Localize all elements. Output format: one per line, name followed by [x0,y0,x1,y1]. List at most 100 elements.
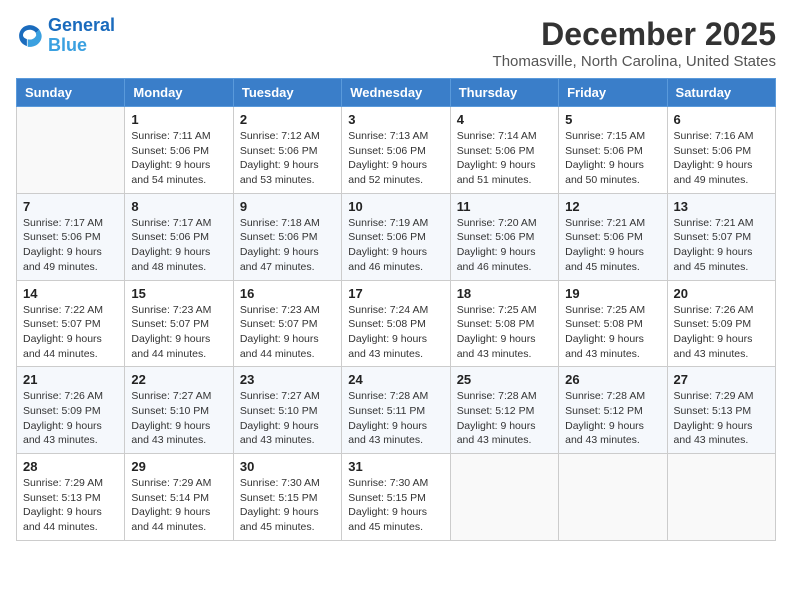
calendar-cell: 16 Sunrise: 7:23 AM Sunset: 5:07 PM Dayli… [233,280,341,367]
day-number: 6 [674,112,769,127]
calendar-cell: 22 Sunrise: 7:27 AM Sunset: 5:10 PM Dayli… [125,367,233,454]
day-number: 28 [23,459,118,474]
day-number: 22 [131,372,226,387]
day-info: Sunrise: 7:29 AM Sunset: 5:13 PM Dayligh… [23,476,118,535]
day-number: 8 [131,199,226,214]
calendar-cell: 29 Sunrise: 7:29 AM Sunset: 5:14 PM Dayli… [125,454,233,541]
day-info: Sunrise: 7:24 AM Sunset: 5:08 PM Dayligh… [348,303,443,362]
day-info: Sunrise: 7:30 AM Sunset: 5:15 PM Dayligh… [348,476,443,535]
calendar-cell: 8 Sunrise: 7:17 AM Sunset: 5:06 PM Daylig… [125,193,233,280]
day-number: 18 [457,286,552,301]
weekday-header-sunday: Sunday [17,79,125,107]
calendar-cell: 25 Sunrise: 7:28 AM Sunset: 5:12 PM Dayli… [450,367,558,454]
weekday-header-thursday: Thursday [450,79,558,107]
calendar-cell: 19 Sunrise: 7:25 AM Sunset: 5:08 PM Dayli… [559,280,667,367]
calendar-cell: 28 Sunrise: 7:29 AM Sunset: 5:13 PM Dayli… [17,454,125,541]
calendar-cell: 13 Sunrise: 7:21 AM Sunset: 5:07 PM Dayli… [667,193,775,280]
week-row-5: 28 Sunrise: 7:29 AM Sunset: 5:13 PM Dayli… [17,454,776,541]
weekday-header-row: SundayMondayTuesdayWednesdayThursdayFrid… [17,79,776,107]
calendar-cell: 6 Sunrise: 7:16 AM Sunset: 5:06 PM Daylig… [667,107,775,194]
page-header: General Blue December 2025 Thomasville, … [16,16,776,70]
logo-line1: General [48,15,115,35]
day-info: Sunrise: 7:18 AM Sunset: 5:06 PM Dayligh… [240,216,335,275]
weekday-header-monday: Monday [125,79,233,107]
day-number: 2 [240,112,335,127]
day-number: 31 [348,459,443,474]
day-number: 29 [131,459,226,474]
day-info: Sunrise: 7:13 AM Sunset: 5:06 PM Dayligh… [348,129,443,188]
day-number: 27 [674,372,769,387]
calendar-cell: 12 Sunrise: 7:21 AM Sunset: 5:06 PM Dayli… [559,193,667,280]
calendar-cell: 26Sunrise: 7:28 AM Sunset: 5:12 PM Dayli… [559,367,667,454]
weekday-header-tuesday: Tuesday [233,79,341,107]
calendar-cell: 5Sunrise: 7:15 AM Sunset: 5:06 PM Daylig… [559,107,667,194]
weekday-header-friday: Friday [559,79,667,107]
day-info: Sunrise: 7:23 AM Sunset: 5:07 PM Dayligh… [240,303,335,362]
calendar-cell: 9 Sunrise: 7:18 AM Sunset: 5:06 PM Daylig… [233,193,341,280]
day-number: 25 [457,372,552,387]
location: Thomasville, North Carolina, United Stat… [493,53,776,70]
day-number: 21 [23,372,118,387]
day-info: Sunrise: 7:28 AM Sunset: 5:11 PM Dayligh… [348,389,443,448]
weekday-header-saturday: Saturday [667,79,775,107]
calendar-cell: 3 Sunrise: 7:13 AM Sunset: 5:06 PM Daylig… [342,107,450,194]
day-info: Sunrise: 7:29 AM Sunset: 5:13 PM Dayligh… [674,389,769,448]
day-info: Sunrise: 7:21 AM Sunset: 5:06 PM Dayligh… [565,216,660,275]
logo-text: General Blue [48,16,115,56]
day-number: 20 [674,286,769,301]
day-info: Sunrise: 7:27 AM Sunset: 5:10 PM Dayligh… [131,389,226,448]
calendar-cell: 2 Sunrise: 7:12 AM Sunset: 5:06 PM Daylig… [233,107,341,194]
calendar-cell: 21Sunrise: 7:26 AM Sunset: 5:09 PM Dayli… [17,367,125,454]
day-info: Sunrise: 7:25 AM Sunset: 5:08 PM Dayligh… [565,303,660,362]
calendar-cell: 18 Sunrise: 7:25 AM Sunset: 5:08 PM Dayli… [450,280,558,367]
day-number: 9 [240,199,335,214]
day-number: 15 [131,286,226,301]
calendar: SundayMondayTuesdayWednesdayThursdayFrid… [16,78,776,541]
day-number: 3 [348,112,443,127]
day-info: Sunrise: 7:25 AM Sunset: 5:08 PM Dayligh… [457,303,552,362]
day-number: 16 [240,286,335,301]
weekday-header-wednesday: Wednesday [342,79,450,107]
day-number: 23 [240,372,335,387]
calendar-cell: 4Sunrise: 7:14 AM Sunset: 5:06 PM Daylig… [450,107,558,194]
day-number: 12 [565,199,660,214]
day-number: 24 [348,372,443,387]
calendar-cell: 7Sunrise: 7:17 AM Sunset: 5:06 PM Daylig… [17,193,125,280]
day-number: 30 [240,459,335,474]
week-row-4: 21Sunrise: 7:26 AM Sunset: 5:09 PM Dayli… [17,367,776,454]
calendar-cell: 15 Sunrise: 7:23 AM Sunset: 5:07 PM Dayli… [125,280,233,367]
day-info: Sunrise: 7:17 AM Sunset: 5:06 PM Dayligh… [131,216,226,275]
day-info: Sunrise: 7:27 AM Sunset: 5:10 PM Dayligh… [240,389,335,448]
logo: General Blue [16,16,115,56]
week-row-3: 14Sunrise: 7:22 AM Sunset: 5:07 PM Dayli… [17,280,776,367]
day-info: Sunrise: 7:28 AM Sunset: 5:12 PM Dayligh… [457,389,552,448]
day-info: Sunrise: 7:23 AM Sunset: 5:07 PM Dayligh… [131,303,226,362]
day-number: 13 [674,199,769,214]
day-number: 11 [457,199,552,214]
day-info: Sunrise: 7:11 AM Sunset: 5:06 PM Dayligh… [131,129,226,188]
day-info: Sunrise: 7:19 AM Sunset: 5:06 PM Dayligh… [348,216,443,275]
title-section: December 2025 Thomasville, North Carolin… [493,16,776,70]
calendar-cell [667,454,775,541]
logo-icon [16,22,44,50]
day-info: Sunrise: 7:12 AM Sunset: 5:06 PM Dayligh… [240,129,335,188]
day-info: Sunrise: 7:22 AM Sunset: 5:07 PM Dayligh… [23,303,118,362]
day-number: 17 [348,286,443,301]
day-number: 10 [348,199,443,214]
day-info: Sunrise: 7:16 AM Sunset: 5:06 PM Dayligh… [674,129,769,188]
day-info: Sunrise: 7:21 AM Sunset: 5:07 PM Dayligh… [674,216,769,275]
day-info: Sunrise: 7:30 AM Sunset: 5:15 PM Dayligh… [240,476,335,535]
day-info: Sunrise: 7:26 AM Sunset: 5:09 PM Dayligh… [674,303,769,362]
calendar-cell: 11 Sunrise: 7:20 AM Sunset: 5:06 PM Dayli… [450,193,558,280]
day-number: 5 [565,112,660,127]
day-number: 26 [565,372,660,387]
calendar-cell: 20 Sunrise: 7:26 AM Sunset: 5:09 PM Dayli… [667,280,775,367]
day-info: Sunrise: 7:20 AM Sunset: 5:06 PM Dayligh… [457,216,552,275]
day-number: 19 [565,286,660,301]
day-info: Sunrise: 7:29 AM Sunset: 5:14 PM Dayligh… [131,476,226,535]
calendar-cell [17,107,125,194]
calendar-cell [450,454,558,541]
calendar-cell: 10 Sunrise: 7:19 AM Sunset: 5:06 PM Dayli… [342,193,450,280]
calendar-cell: 30 Sunrise: 7:30 AM Sunset: 5:15 PM Dayli… [233,454,341,541]
day-number: 4 [457,112,552,127]
